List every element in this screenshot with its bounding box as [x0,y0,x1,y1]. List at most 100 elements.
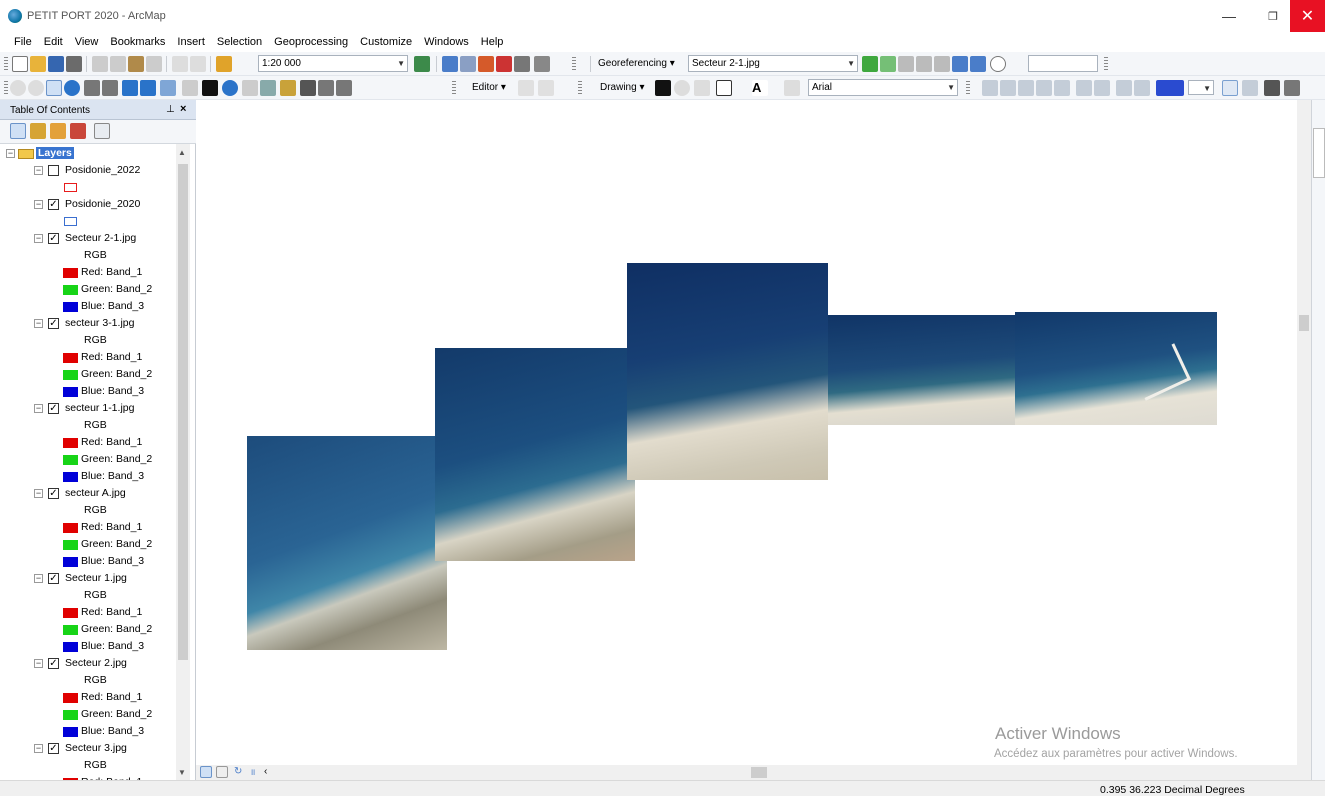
rotation-icon[interactable] [990,56,1006,72]
layer-name[interactable]: Secteur 1.jpg [65,572,127,584]
map-vertical-scrollbar[interactable] [1297,100,1311,765]
map-hscroll-thumb[interactable] [751,767,767,778]
layout-tool-icon[interactable] [1000,80,1016,96]
layer-visibility-checkbox[interactable]: ✓ [48,403,59,414]
zoom-to-elements-icon[interactable] [694,80,710,96]
toolbar-grip[interactable] [578,81,582,95]
export-icon[interactable] [1284,80,1300,96]
layer-visibility-checkbox[interactable]: ✓ [48,488,59,499]
layout-view-toggle-icon[interactable] [216,766,228,778]
undo-icon[interactable] [172,56,188,72]
editor-toolbar-icon[interactable] [414,56,430,72]
pause-drawing-icon[interactable]: ॥ [250,766,262,778]
data-view-icon[interactable] [200,766,212,778]
edit-tool-icon[interactable] [518,80,534,96]
menu-help[interactable]: Help [481,36,504,48]
layer-name[interactable]: Secteur 2.jpg [65,657,127,669]
scale-tool-icon[interactable] [934,56,950,72]
python-icon[interactable] [514,56,530,72]
save-icon[interactable] [48,56,64,72]
pin-icon[interactable]: ⊥ [166,104,175,115]
select-elements-icon[interactable] [202,80,218,96]
fixed-zoom-out-icon[interactable] [102,80,118,96]
redo-icon[interactable] [190,56,206,72]
toc-scrollbar[interactable]: ▲ ▼ [176,144,190,780]
collapse-icon[interactable]: − [34,404,43,413]
layout-tool-icon[interactable] [1076,80,1092,96]
list-by-drawing-order-icon[interactable] [10,123,26,139]
scroll-left-arrow[interactable]: ‹ [264,766,276,778]
layer-name[interactable]: Posidonie_2020 [65,198,140,210]
minimize-button[interactable]: — [1206,0,1252,32]
full-extent-icon[interactable] [64,80,80,96]
select-features-icon[interactable] [160,80,176,96]
layout-tool-icon[interactable] [1116,80,1132,96]
layer-visibility-checkbox[interactable]: ✓ [48,233,59,244]
drawing-menu[interactable]: Drawing ▾ [600,82,645,93]
toolbar-grip[interactable] [4,81,8,95]
layer-row[interactable]: − ✓ Secteur 1.jpg [0,571,178,588]
select-elements-arrow-icon[interactable] [655,80,671,96]
forward-extent-icon[interactable] [140,80,156,96]
layer-row[interactable]: − ✓ secteur 1-1.jpg [0,401,178,418]
link-table-icon[interactable] [952,56,968,72]
copy-icon[interactable] [110,56,126,72]
layer-name[interactable]: secteur A.jpg [65,487,126,499]
menu-geoprocessing[interactable]: Geoprocessing [274,36,348,48]
layer-row[interactable]: − ✓ secteur 3-1.jpg [0,316,178,333]
layout-tool-icon[interactable] [1094,80,1110,96]
zoom-in-icon[interactable] [10,80,26,96]
layer-row[interactable]: − ✓ Secteur 2-1.jpg [0,231,178,248]
straight-segment-icon[interactable] [538,80,554,96]
arctoolbox-icon[interactable] [496,56,512,72]
layout-tool-icon[interactable] [1054,80,1070,96]
toolbar-grip[interactable] [572,57,576,71]
collapse-icon[interactable]: − [34,166,43,175]
auto-registration-icon[interactable] [880,56,896,72]
callout-icon[interactable] [784,80,800,96]
toolbar-grip[interactable] [966,81,970,95]
collapse-icon[interactable]: − [34,744,43,753]
catalog-icon[interactable] [460,56,476,72]
zoom-out-icon[interactable] [28,80,44,96]
layers-root[interactable]: − Layers [0,146,178,163]
toolbar-grip[interactable] [1104,57,1108,71]
layout-view-icon[interactable] [1242,80,1258,96]
layer-visibility-checkbox[interactable] [48,165,59,176]
menu-windows[interactable]: Windows [424,36,469,48]
layer-row[interactable]: − Posidonie_2022 [0,163,178,180]
shift-icon[interactable] [916,56,932,72]
add-data-icon[interactable] [216,56,232,72]
map-vscroll-thumb[interactable] [1299,315,1309,331]
layer-visibility-checkbox[interactable]: ✓ [48,658,59,669]
measure-icon[interactable] [280,80,296,96]
options-icon[interactable] [94,123,110,139]
list-by-selection-icon[interactable] [70,123,86,139]
fill-color-icon[interactable] [1156,80,1184,96]
layer-name[interactable]: Secteur 3.jpg [65,742,127,754]
layer-visibility-checkbox[interactable]: ✓ [48,318,59,329]
layer-visibility-checkbox[interactable]: ✓ [48,743,59,754]
delete-icon[interactable] [146,56,162,72]
menu-view[interactable]: View [75,36,99,48]
font-combo[interactable]: Arial ▼ [808,79,958,96]
new-text-icon[interactable]: A [752,80,768,96]
rotate-element-icon[interactable] [674,80,690,96]
collapse-icon[interactable]: − [6,149,15,158]
binoculars-icon[interactable] [1264,80,1280,96]
hyperlink-icon[interactable] [242,80,258,96]
close-panel-icon[interactable]: × [180,103,186,115]
paste-icon[interactable] [128,56,144,72]
html-popup-icon[interactable] [260,80,276,96]
map-display[interactable] [197,100,1297,765]
layout-tool-icon[interactable] [1036,80,1052,96]
layer-name[interactable]: secteur 1-1.jpg [65,402,134,414]
clear-selection-icon[interactable] [182,80,198,96]
scroll-down-arrow[interactable]: ▼ [178,768,186,777]
fixed-zoom-in-icon[interactable] [84,80,100,96]
rotation-angle-field[interactable] [1028,55,1098,72]
menu-file[interactable]: File [14,36,32,48]
layout-tool-icon[interactable] [982,80,998,96]
pan-icon[interactable] [46,80,62,96]
layer-visibility-checkbox[interactable]: ✓ [48,573,59,584]
